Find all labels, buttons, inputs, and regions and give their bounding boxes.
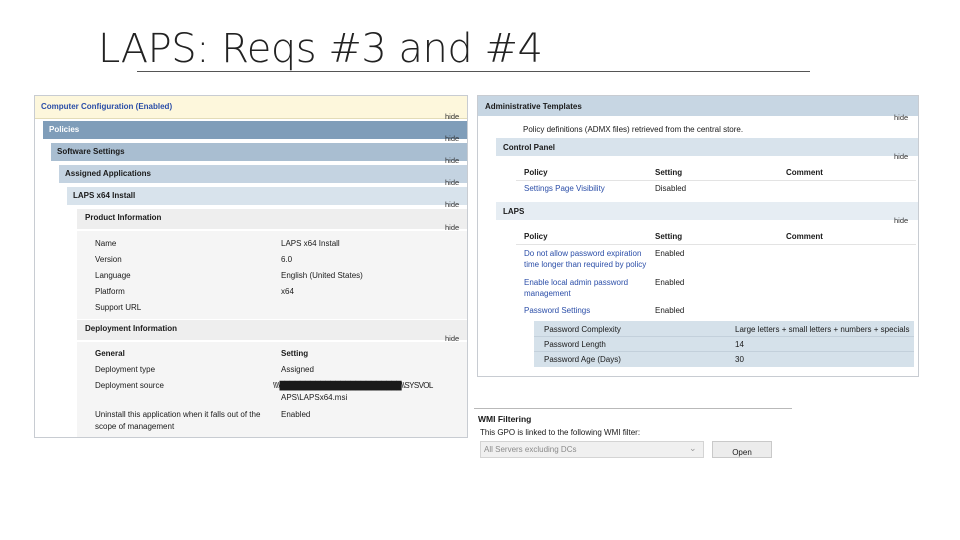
computer-config-header[interactable]: Computer Configuration (Enabled) bbox=[35, 96, 467, 119]
product-row-label: Version bbox=[95, 255, 122, 264]
slide-title: LAPS: Reqs #3 and #4 bbox=[98, 26, 543, 72]
deployment-info-label: Deployment Information bbox=[85, 324, 178, 333]
hide-link[interactable]: hide bbox=[445, 178, 459, 187]
deploy-source-path-cont: APS\LAPSx64.msi bbox=[281, 393, 348, 402]
general-column-header: General bbox=[95, 349, 125, 358]
policy-link[interactable]: Settings Page Visibility bbox=[524, 184, 605, 194]
hide-link[interactable]: hide bbox=[894, 216, 908, 225]
deploy-row-label: Deployment type bbox=[95, 365, 156, 374]
policy-column-header: Policy bbox=[524, 232, 548, 241]
policy-link[interactable]: Do not allow password expiration bbox=[524, 249, 641, 259]
product-row-label: Support URL bbox=[95, 303, 142, 312]
setting-column-header: Setting bbox=[655, 232, 683, 241]
policy-setting-value: Enabled bbox=[655, 249, 685, 258]
product-info-table: Name LAPS x64 Install Version 6.0 Langua… bbox=[77, 231, 467, 319]
title-underline bbox=[137, 71, 810, 72]
control-panel-table: Policy Setting Comment Settings Page Vis… bbox=[516, 162, 916, 200]
policies-label: Policies bbox=[49, 125, 80, 134]
left-report-panel: Computer Configuration (Enabled) hide Po… bbox=[34, 95, 468, 438]
software-settings-header[interactable]: Software Settings bbox=[51, 143, 467, 161]
control-panel-label: Control Panel bbox=[503, 143, 556, 152]
deployment-info-header[interactable]: Deployment Information bbox=[77, 320, 467, 340]
deploy-row-label: Uninstall this application when it falls… bbox=[95, 410, 261, 419]
deploy-source-path: \\\\████████████████████████\\SYSVOL bbox=[273, 381, 433, 390]
deploy-row-label: Deployment source bbox=[95, 381, 164, 390]
laps-table: Policy Setting Comment Do not allow pass… bbox=[516, 226, 916, 376]
right-report-panel: Administrative Templates hide Policy def… bbox=[477, 95, 919, 377]
computer-config-label: Computer Configuration (Enabled) bbox=[41, 102, 173, 111]
product-row-value: 6.0 bbox=[281, 255, 293, 264]
password-setting-value: Large letters + small letters + numbers … bbox=[735, 325, 910, 334]
open-button[interactable]: Open bbox=[712, 441, 772, 458]
assigned-apps-header[interactable]: Assigned Applications bbox=[59, 165, 467, 183]
deploy-row-value: Assigned bbox=[281, 365, 314, 374]
wmi-filter-description: This GPO is linked to the following WMI … bbox=[480, 428, 641, 437]
policy-column-header: Policy bbox=[524, 168, 548, 177]
hide-link[interactable]: hide bbox=[894, 152, 908, 161]
wmi-filter-dropdown[interactable]: All Servers excluding DCs ⌄ bbox=[480, 441, 704, 458]
product-row-value: x64 bbox=[281, 287, 294, 296]
software-settings-label: Software Settings bbox=[57, 147, 125, 156]
deploy-row-value: Enabled bbox=[281, 410, 311, 419]
password-setting-value: 30 bbox=[735, 355, 744, 364]
admin-templates-label: Administrative Templates bbox=[485, 102, 582, 111]
laps-header[interactable]: LAPS bbox=[496, 202, 918, 220]
hide-link[interactable]: hide bbox=[894, 113, 908, 122]
product-info-label: Product Information bbox=[85, 213, 162, 222]
app-name-label: LAPS x64 Install bbox=[73, 191, 136, 200]
password-setting-name: Password Age (Days) bbox=[544, 355, 621, 364]
wmi-filter-selected: All Servers excluding DCs bbox=[484, 445, 577, 454]
control-panel-header[interactable]: Control Panel bbox=[496, 138, 918, 156]
password-settings-table: Password Complexity Large letters + smal… bbox=[534, 321, 914, 367]
hide-link[interactable]: hide bbox=[445, 200, 459, 209]
product-row-label: Name bbox=[95, 239, 117, 248]
policy-setting-value: Disabled bbox=[655, 184, 687, 193]
hide-link[interactable]: hide bbox=[445, 156, 459, 165]
deployment-info-table: General Setting Deployment type Assigned… bbox=[77, 342, 467, 437]
policy-setting-value: Enabled bbox=[655, 306, 685, 315]
comment-column-header: Comment bbox=[786, 168, 823, 177]
product-info-header[interactable]: Product Information bbox=[77, 209, 467, 229]
product-row-label: Platform bbox=[95, 287, 125, 296]
setting-column-header: Setting bbox=[281, 349, 309, 358]
policy-link[interactable]: Password Settings bbox=[524, 306, 590, 316]
policy-link-cont[interactable]: management bbox=[524, 289, 571, 299]
policies-header[interactable]: Policies bbox=[43, 121, 467, 139]
policy-link-cont[interactable]: time longer than required by policy bbox=[524, 260, 646, 270]
hide-link[interactable]: hide bbox=[445, 112, 459, 121]
product-row-label: Language bbox=[95, 271, 131, 280]
wmi-filtering-heading: WMI Filtering bbox=[478, 414, 532, 424]
chevron-down-icon: ⌄ bbox=[689, 443, 697, 453]
wmi-filtering-section: WMI Filtering This GPO is linked to the … bbox=[474, 406, 792, 462]
comment-column-header: Comment bbox=[786, 232, 823, 241]
hide-link[interactable]: hide bbox=[445, 134, 459, 143]
setting-column-header: Setting bbox=[655, 168, 683, 177]
password-setting-name: Password Complexity bbox=[544, 325, 621, 334]
password-setting-name: Password Length bbox=[544, 340, 606, 349]
laps-label: LAPS bbox=[503, 207, 525, 216]
policy-definitions-note: Policy definitions (ADMX files) retrieve… bbox=[523, 125, 744, 134]
deploy-row-label-cont: scope of management bbox=[95, 422, 175, 431]
password-setting-value: 14 bbox=[735, 340, 744, 349]
open-button-label: Open bbox=[732, 448, 752, 457]
product-row-value: LAPS x64 Install bbox=[281, 239, 340, 248]
admin-templates-header[interactable]: Administrative Templates bbox=[478, 96, 918, 116]
app-header[interactable]: LAPS x64 Install bbox=[67, 187, 467, 205]
policy-link[interactable]: Enable local admin password bbox=[524, 278, 628, 288]
assigned-apps-label: Assigned Applications bbox=[65, 169, 151, 178]
policy-setting-value: Enabled bbox=[655, 278, 685, 287]
product-row-value: English (United States) bbox=[281, 271, 363, 280]
